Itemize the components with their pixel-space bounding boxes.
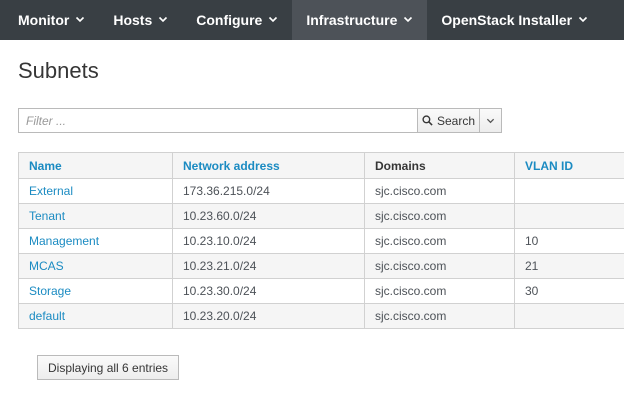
nav-item-hosts[interactable]: Hosts — [99, 0, 182, 40]
subnet-name-link[interactable]: External — [18, 178, 173, 204]
nav-item-openstack-installer[interactable]: OpenStack Installer — [427, 0, 602, 40]
search-icon — [422, 115, 433, 126]
table-row[interactable]: External 173.36.215.0/24 sjc.cisco.com — [18, 178, 624, 204]
vlan-id-cell — [514, 203, 624, 229]
table-row[interactable]: MCAS 10.23.21.0/24 sjc.cisco.com 21 — [18, 253, 624, 279]
subnets-table: Name Network address Domains VLAN ID Ext… — [18, 152, 624, 329]
subnet-name-link[interactable]: default — [18, 303, 173, 329]
network-address-cell: 173.36.215.0/24 — [172, 178, 365, 204]
vlan-id-cell — [514, 178, 624, 204]
nav-item-configure[interactable]: Configure — [182, 0, 292, 40]
nav-item-label: OpenStack Installer — [441, 12, 573, 28]
domain-cell: sjc.cisco.com — [364, 303, 515, 329]
subnet-name-link[interactable]: Tenant — [18, 203, 173, 229]
entries-count-button[interactable]: Displaying all 6 entries — [37, 355, 180, 380]
top-navigation-bar: Monitor Hosts Configure Infrastructure O… — [0, 0, 624, 40]
column-header-name[interactable]: Name — [18, 152, 173, 179]
search-button-label: Search — [436, 113, 476, 128]
chevron-down-icon — [158, 14, 168, 24]
subnet-name-link[interactable]: Management — [18, 228, 173, 254]
nav-item-monitor[interactable]: Monitor — [0, 0, 99, 40]
filter-dropdown-button[interactable] — [480, 108, 502, 133]
filter-input[interactable] — [18, 108, 417, 133]
domain-cell: sjc.cisco.com — [364, 178, 515, 204]
caret-down-icon — [486, 118, 495, 124]
vlan-id-cell: 10 — [514, 228, 624, 254]
table-header-row: Name Network address Domains VLAN ID — [18, 152, 624, 179]
network-address-cell: 10.23.60.0/24 — [172, 203, 365, 229]
vlan-id-cell: 30 — [514, 278, 624, 304]
search-button[interactable]: Search — [417, 108, 480, 133]
entries-count-label: Displaying all 6 entries — [48, 360, 169, 375]
table-row[interactable]: Tenant 10.23.60.0/24 sjc.cisco.com — [18, 203, 624, 229]
domain-cell: sjc.cisco.com — [364, 278, 515, 304]
table-row[interactable]: Storage 10.23.30.0/24 sjc.cisco.com 30 — [18, 278, 624, 304]
network-address-cell: 10.23.30.0/24 — [172, 278, 365, 304]
domain-cell: sjc.cisco.com — [364, 253, 515, 279]
network-address-cell: 10.23.20.0/24 — [172, 303, 365, 329]
table-row[interactable]: Management 10.23.10.0/24 sjc.cisco.com 1… — [18, 228, 624, 254]
chevron-down-icon — [268, 14, 278, 24]
nav-item-label: Monitor — [18, 12, 70, 28]
page-title: Subnets — [18, 58, 99, 83]
filter-bar: Search — [18, 108, 502, 133]
network-address-cell: 10.23.21.0/24 — [172, 253, 365, 279]
column-header-domains: Domains — [364, 152, 515, 179]
chevron-down-icon — [403, 14, 413, 24]
chevron-down-icon — [578, 14, 588, 24]
nav-item-label: Hosts — [113, 12, 153, 28]
nav-item-label: Infrastructure — [306, 12, 398, 28]
vlan-id-cell — [514, 303, 624, 329]
network-address-cell: 10.23.10.0/24 — [172, 228, 365, 254]
nav-item-infrastructure[interactable]: Infrastructure — [292, 0, 428, 40]
domain-cell: sjc.cisco.com — [364, 203, 515, 229]
column-header-vlan-id[interactable]: VLAN ID — [514, 152, 624, 179]
nav-item-label: Configure — [196, 12, 263, 28]
vlan-id-cell: 21 — [514, 253, 624, 279]
table-row[interactable]: default 10.23.20.0/24 sjc.cisco.com — [18, 303, 624, 329]
subnet-name-link[interactable]: Storage — [18, 278, 173, 304]
subnet-name-link[interactable]: MCAS — [18, 253, 173, 279]
column-header-network-address[interactable]: Network address — [172, 152, 365, 179]
domain-cell: sjc.cisco.com — [364, 228, 515, 254]
chevron-down-icon — [75, 14, 85, 24]
